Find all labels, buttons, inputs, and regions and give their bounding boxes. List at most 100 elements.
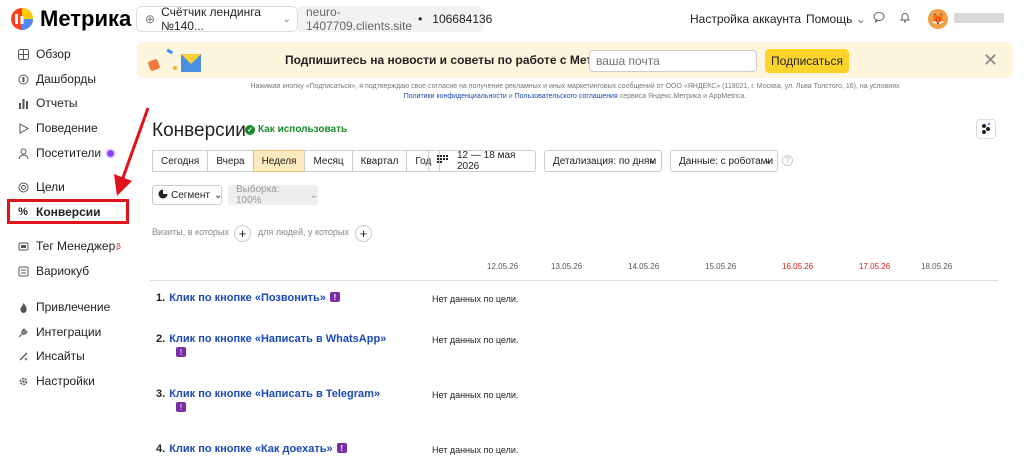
- legal-text: Нажимая кнопку «Подписаться», я подтверж…: [137, 82, 1013, 102]
- legal-line-links: Политики конфиденциальности и Пользовате…: [137, 92, 1013, 102]
- plug-icon: [16, 325, 30, 339]
- sidebar-item-behavior[interactable]: Поведение: [16, 117, 98, 139]
- period-quarter[interactable]: Квартал: [351, 150, 408, 172]
- segment-button[interactable]: Сегмент ⌄: [152, 185, 222, 205]
- goal-type-icon[interactable]: !: [176, 402, 186, 412]
- add-people-filter-button[interactable]: +: [355, 225, 372, 242]
- globe-icon: ⊕: [145, 12, 156, 26]
- assistant-button[interactable]: [976, 119, 996, 139]
- goal-link[interactable]: Клик по кнопке «Позвонить»: [169, 292, 326, 304]
- sidebar-item-settings[interactable]: Настройки: [16, 370, 95, 392]
- help-menu[interactable]: Помощь ⌄: [806, 12, 866, 26]
- sidebar-item-overview[interactable]: Обзор: [16, 43, 71, 65]
- sidebar-item-visitors[interactable]: Посетители: [16, 142, 115, 164]
- goal-status: Нет данных по цели.: [432, 445, 519, 455]
- sidebar-item-tag-manager[interactable]: Тег Менеджер β: [16, 235, 121, 257]
- chevron-down-icon: ⌄: [855, 12, 866, 26]
- goal-link[interactable]: Клик по кнопке «Написать в Telegram»: [169, 388, 380, 400]
- add-visit-filter-button[interactable]: +: [234, 225, 251, 242]
- sidebar-item-dashboards[interactable]: Дашборды: [16, 68, 96, 90]
- sparkle-icon: [16, 349, 30, 363]
- privacy-policy-link[interactable]: Политики конфиденциальности: [404, 93, 507, 100]
- data-dropdown[interactable]: Данные: с роботами ⌄: [670, 150, 778, 172]
- visits-filter-label: Визиты, в которых: [152, 227, 229, 237]
- timeline-divider: [150, 280, 998, 281]
- period-week[interactable]: Неделя: [252, 150, 306, 172]
- how-to-use-link[interactable]: ✓ Как использовать: [245, 124, 347, 135]
- goal-status: Нет данных по цели.: [432, 335, 519, 345]
- goal-row: 3. Клик по кнопке «Написать в Telegram»: [156, 388, 380, 400]
- logo-text: Метрика: [40, 6, 132, 31]
- goal-link[interactable]: Клик по кнопке «Написать в WhatsApp»: [169, 333, 386, 345]
- period-today[interactable]: Сегодня: [152, 150, 209, 172]
- beta-mark: β: [116, 241, 121, 251]
- sidebar-item-reports[interactable]: Отчеты: [16, 92, 77, 114]
- sidebar-item-label: Интеграции: [36, 325, 102, 339]
- goal-number: 1.: [156, 292, 166, 304]
- gear-icon: [16, 374, 30, 388]
- subscribe-button[interactable]: Подписаться: [765, 49, 849, 73]
- timeline-date: 18.05.26: [921, 262, 953, 271]
- sidebar-item-variocube[interactable]: Вариокуб: [16, 260, 89, 282]
- user-icon: [16, 146, 30, 160]
- goal-status: Нет данных по цели.: [432, 390, 519, 400]
- sample-label: Выборка: 100%: [236, 184, 280, 206]
- goal-number: 2.: [156, 333, 166, 345]
- dashboard-icon: [16, 72, 30, 86]
- goal-type-icon[interactable]: !: [336, 443, 347, 453]
- metrika-logo[interactable]: Метрика: [10, 6, 131, 32]
- top-bar: Метрика ⊕ Счётчик лендинга №140... ⌄ neu…: [0, 0, 1024, 38]
- fox-avatar-icon: 🦊: [931, 13, 945, 26]
- sidebar-item-label: Вариокуб: [36, 264, 90, 278]
- timeline-date: 14.05.26: [628, 262, 660, 271]
- period-selector: Сегодня Вчера Неделя Месяц Квартал Год: [152, 150, 441, 172]
- avatar[interactable]: 🦊: [928, 9, 948, 29]
- chevron-down-icon: ⌄: [282, 13, 291, 25]
- sidebar-item-label: Отчеты: [36, 96, 78, 110]
- calendar-icon: [437, 154, 449, 168]
- timeline-date: 13.05.26: [551, 262, 583, 271]
- sidebar-item-integrations[interactable]: Интеграции: [16, 321, 101, 343]
- date-range-picker[interactable]: 12 — 18 мая 2026: [428, 150, 536, 172]
- sidebar-item-label: Настройки: [36, 374, 95, 388]
- bar-chart-icon: [16, 96, 30, 110]
- goal-type-icon[interactable]: !: [176, 347, 186, 357]
- bell-icon[interactable]: [898, 11, 912, 25]
- envelope-illustration-icon: [148, 48, 201, 72]
- dots-icon: [982, 123, 990, 134]
- period-month[interactable]: Месяц: [304, 150, 353, 172]
- play-icon: [16, 121, 30, 135]
- period-yesterday[interactable]: Вчера: [207, 150, 254, 172]
- sidebar-item-label: Обзор: [36, 47, 71, 61]
- username-redacted[interactable]: [954, 13, 1004, 23]
- sidebar-item-label: Дашборды: [36, 72, 96, 86]
- sidebar-item-label: Привлечение: [36, 300, 111, 314]
- sidebar-item-acquisition[interactable]: Привлечение: [16, 296, 110, 318]
- tag-icon: [16, 239, 30, 253]
- email-field[interactable]: [589, 50, 757, 72]
- goal-link[interactable]: Клик по кнопке «Как доехать»: [169, 443, 332, 455]
- account-settings-link[interactable]: Настройка аккаунта: [690, 12, 801, 26]
- sample-dropdown[interactable]: Выборка: 100% ⌄: [228, 184, 318, 206]
- close-icon[interactable]: ✕: [983, 50, 998, 71]
- detail-dropdown[interactable]: Детализация: по дням ⌄: [544, 150, 662, 172]
- goal-type-icon[interactable]: !: [329, 292, 340, 302]
- user-agreement-link[interactable]: Пользовательского соглашения: [515, 93, 618, 100]
- counter-selector[interactable]: ⊕ Счётчик лендинга №140... ⌄: [136, 5, 298, 33]
- legal-line: Нажимая кнопку «Подписаться», я подтверж…: [250, 83, 900, 90]
- help-icon[interactable]: ?: [782, 155, 793, 166]
- sidebar-item-label: Тег Менеджер: [36, 239, 116, 253]
- people-filter-label: для людей, у которых: [258, 227, 349, 237]
- data-label: Данные: с роботами: [679, 155, 774, 167]
- sidebar-item-insights[interactable]: Инсайты: [16, 345, 85, 367]
- timeline-date-weekend: 16.05.26: [782, 262, 814, 271]
- goal-row: 1. Клик по кнопке «Позвонить» !: [156, 292, 340, 304]
- subscribe-banner: Подпишитесь на новости и советы по работ…: [137, 42, 1013, 78]
- sidebar-item-conversions[interactable]: % Конверсии: [16, 201, 101, 223]
- sidebar-item-label: Конверсии: [36, 205, 101, 219]
- chevron-down-icon: ⌄: [763, 155, 772, 166]
- sidebar-item-goals[interactable]: Цели: [16, 176, 65, 198]
- chat-icon[interactable]: [872, 11, 886, 25]
- site-info: neuro-1407709.clients.site • 106684136: [298, 5, 492, 33]
- timeline-date: 15.05.26: [705, 262, 737, 271]
